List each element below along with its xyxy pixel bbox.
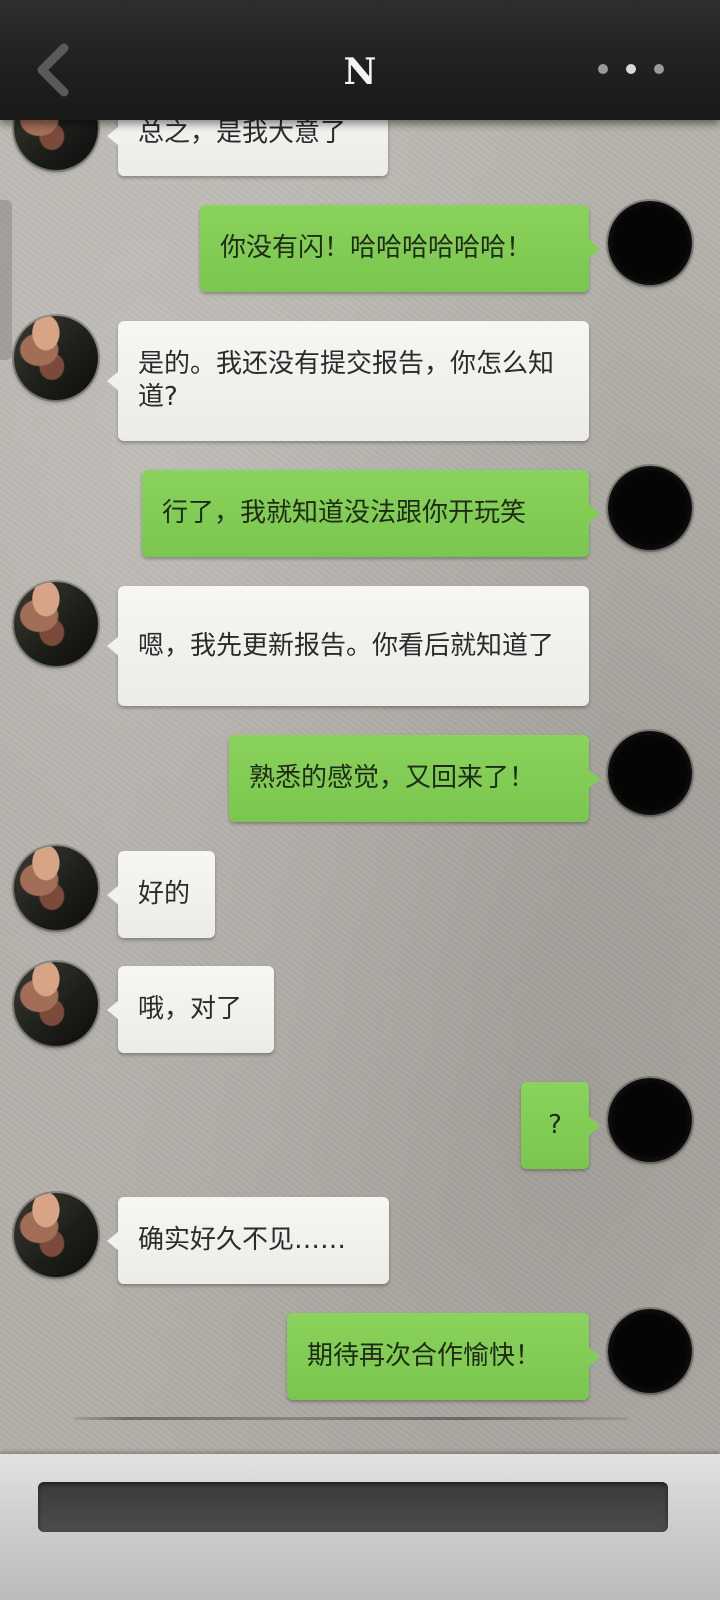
message-text: 嗯，我先更新报告。你看后就知道了	[138, 630, 555, 661]
message-text: 哦，对了	[138, 994, 243, 1024]
more-dots-icon	[598, 64, 608, 74]
outgoing-message-bubble[interactable]: 行了，我就知道没法跟你开玩笑	[142, 470, 600, 557]
scroll-indicator[interactable]	[0, 200, 12, 360]
incoming-message-bubble[interactable]: 好的	[107, 851, 215, 938]
incoming-message-bubble[interactable]: 是的。我还没有提交报告，你怎么知道?	[107, 321, 589, 441]
message-text: 你没有闪！哈哈哈哈哈哈！	[220, 233, 533, 263]
outgoing-message-bubble[interactable]: ?	[521, 1082, 600, 1169]
chat-title: N	[343, 51, 377, 93]
chevron-left-icon	[26, 40, 82, 100]
input-bar	[0, 1454, 720, 1600]
chat-header: N	[0, 0, 720, 120]
chat-screen: 总之，是我大意了 你没有闪！哈哈哈哈哈哈！ 是的。我还没有提交报告，你怎么知道?…	[0, 0, 720, 1600]
self-avatar[interactable]	[608, 1309, 692, 1393]
message-text: 确实好久不见……	[138, 1225, 347, 1255]
contact-avatar[interactable]	[14, 846, 98, 930]
message-text: 好的	[138, 879, 191, 909]
message-text: 熟悉的感觉，又回来了！	[249, 763, 536, 793]
outgoing-message-bubble[interactable]: 你没有闪！哈哈哈哈哈哈！	[200, 205, 600, 292]
message-text: 总之，是我大意了	[138, 117, 347, 148]
outgoing-message-bubble[interactable]: 期待再次合作愉快！	[287, 1313, 600, 1400]
self-avatar[interactable]	[608, 1078, 692, 1162]
incoming-message-bubble[interactable]: 确实好久不见……	[107, 1197, 389, 1284]
incoming-message-bubble[interactable]: 哦，对了	[107, 966, 274, 1053]
message-text: 是的。我还没有提交报告，你怎么知道?	[138, 349, 555, 412]
more-options-button[interactable]	[598, 58, 668, 82]
incoming-message-bubble[interactable]: 嗯，我先更新报告。你看后就知道了	[107, 586, 589, 706]
message-list[interactable]: 总之，是我大意了 你没有闪！哈哈哈哈哈哈！ 是的。我还没有提交报告，你怎么知道?…	[0, 0, 720, 1600]
message-input[interactable]	[38, 1482, 668, 1532]
back-button[interactable]	[26, 40, 82, 100]
divider-line	[74, 1417, 628, 1420]
contact-avatar[interactable]	[14, 962, 98, 1046]
self-avatar[interactable]	[608, 731, 692, 815]
message-text: 行了，我就知道没法跟你开玩笑	[162, 498, 527, 528]
contact-avatar[interactable]	[14, 1193, 98, 1277]
message-text: ?	[548, 1110, 562, 1140]
self-avatar[interactable]	[608, 201, 692, 285]
message-text: 期待再次合作愉快！	[307, 1341, 542, 1371]
contact-avatar[interactable]	[14, 316, 98, 400]
outgoing-message-bubble[interactable]: 熟悉的感觉，又回来了！	[229, 735, 600, 822]
self-avatar[interactable]	[608, 466, 692, 550]
contact-avatar[interactable]	[14, 582, 98, 666]
